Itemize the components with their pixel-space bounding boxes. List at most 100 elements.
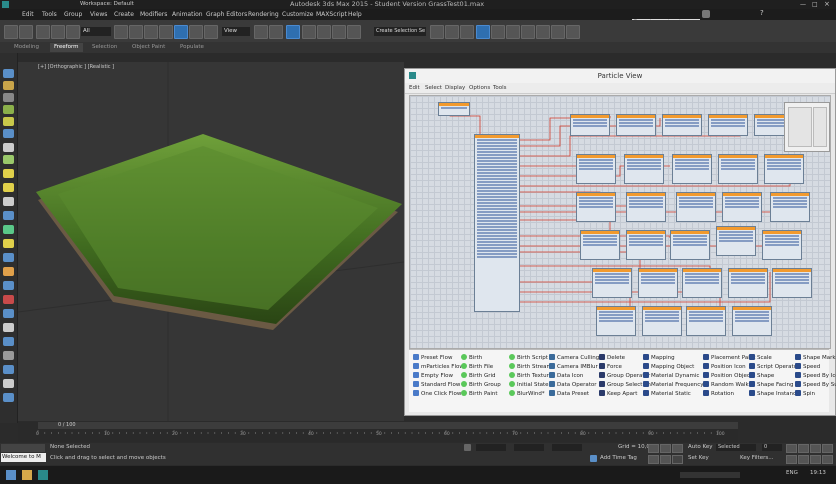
tool-icon-7[interactable] (3, 143, 14, 152)
material-editor-icon[interactable] (521, 25, 535, 39)
z-field[interactable] (552, 444, 582, 451)
depot-item[interactable]: Initial State (509, 381, 549, 389)
align-icon[interactable] (445, 25, 459, 39)
depot-item[interactable]: Keep Apart (599, 390, 637, 398)
go-to-start-icon[interactable] (648, 444, 659, 453)
depot-item[interactable]: Preset Flow (413, 354, 452, 362)
depot-item[interactable]: Birth Script (509, 354, 548, 362)
event-node[interactable] (576, 192, 616, 222)
event-node[interactable] (662, 114, 702, 136)
zoom-extents-icon[interactable] (810, 444, 821, 453)
depot-item[interactable]: Random Walk* (703, 381, 751, 389)
event-node[interactable] (708, 114, 748, 136)
tool-icon-2[interactable] (3, 81, 14, 90)
previous-frame-icon[interactable] (660, 444, 671, 453)
menu-maxscript[interactable]: MAXScript (316, 9, 347, 20)
binoculars-icon[interactable] (702, 10, 710, 18)
depot-item[interactable]: Speed By Icon (795, 372, 836, 380)
depot-item[interactable]: Empty Flow (413, 372, 453, 380)
time-slider[interactable]: 0 / 100 (38, 422, 738, 429)
tool-icon-6[interactable] (3, 129, 14, 138)
reference-coord-dropdown[interactable]: View (222, 27, 250, 36)
schematic-view-icon[interactable] (506, 25, 520, 39)
depot-item[interactable]: Shape Instance (749, 390, 799, 398)
tool-icon-4[interactable] (3, 105, 14, 114)
depot-item[interactable]: Spin (795, 390, 815, 398)
depot-item[interactable]: Material Frequency (643, 381, 704, 389)
tool-icon-12[interactable] (3, 211, 14, 220)
go-to-end-icon[interactable] (660, 455, 671, 464)
unlink-icon[interactable] (51, 25, 65, 39)
depot-item[interactable]: Shape Mark (795, 354, 836, 362)
x-field[interactable] (476, 444, 506, 451)
depot-item[interactable]: Camera IMBlur (549, 363, 598, 371)
zoom-extents-all-icon[interactable] (822, 444, 833, 453)
event-node[interactable] (686, 306, 726, 336)
depot-item[interactable]: Data Operator (549, 381, 597, 389)
menu-rendering[interactable]: Rendering (248, 9, 279, 20)
taskbar-app-icon-3[interactable] (38, 470, 48, 480)
help-icon[interactable]: ? (760, 9, 764, 17)
depot-item[interactable]: Birth Stream (509, 363, 552, 371)
event-node[interactable] (580, 230, 620, 260)
add-time-tag[interactable]: Add Time Tag (600, 454, 637, 462)
depot-item[interactable]: Standard Flow (413, 381, 460, 389)
next-frame-icon[interactable] (648, 455, 659, 464)
event-node[interactable] (642, 306, 682, 336)
menu-animation[interactable]: Animation (172, 9, 203, 20)
tool-icon-15[interactable] (3, 253, 14, 262)
event-node[interactable] (716, 226, 756, 256)
depot-item[interactable]: Position Object (703, 372, 752, 380)
window-crossing-icon[interactable] (159, 25, 173, 39)
named-selection-dropdown[interactable]: Create Selection Se (374, 27, 426, 36)
tool-icon-25[interactable] (3, 393, 14, 402)
tool-icon-23[interactable] (3, 365, 14, 374)
pv-menu-tools[interactable]: Tools (493, 83, 507, 93)
pv-menu-display[interactable]: Display (445, 83, 465, 93)
render-production-icon[interactable] (566, 25, 580, 39)
depot-item[interactable]: Force (599, 363, 622, 371)
render-setup-icon[interactable] (536, 25, 550, 39)
layer-manager-icon[interactable] (460, 25, 474, 39)
graphite-toggle-icon[interactable] (476, 25, 490, 39)
lock-icon[interactable] (464, 444, 471, 451)
tool-icon-8[interactable] (3, 155, 14, 164)
event-node[interactable] (672, 154, 712, 184)
event-node[interactable] (770, 192, 810, 222)
event-node[interactable] (592, 268, 632, 298)
region-select-icon[interactable] (144, 25, 158, 39)
tab-selection[interactable]: Selection (92, 43, 117, 52)
tool-icon-13[interactable] (3, 225, 14, 234)
undo-icon[interactable] (4, 25, 18, 39)
depot-item[interactable]: Position Icon (703, 363, 746, 371)
close-icon[interactable]: × (824, 0, 830, 8)
minimize-icon[interactable]: — (800, 1, 806, 8)
orbit-icon[interactable] (810, 455, 821, 464)
select-scale-icon[interactable] (204, 25, 218, 39)
selection-filter-dropdown[interactable]: All (81, 27, 111, 36)
select-manipulate-icon[interactable] (269, 25, 283, 39)
event-node[interactable] (728, 268, 768, 298)
tab-populate[interactable]: Populate (180, 43, 204, 52)
tool-icon-24[interactable] (3, 379, 14, 388)
depot-item[interactable]: Mapping (643, 354, 675, 362)
tool-icon-11[interactable] (3, 197, 14, 206)
depot-item[interactable]: Speed (795, 363, 820, 371)
field-of-view-icon[interactable] (786, 455, 797, 464)
event-node-root[interactable] (438, 102, 470, 116)
depot-item[interactable]: BlurWind* (509, 390, 545, 398)
pv-menu-edit[interactable]: Edit (409, 83, 420, 93)
tab-modeling[interactable]: Modeling (14, 43, 39, 52)
event-node[interactable] (624, 154, 664, 184)
taskbar-app-icon-2[interactable] (22, 470, 32, 480)
pivot-center-icon[interactable] (254, 25, 268, 39)
depot-item[interactable]: One Click Flow (413, 390, 461, 398)
curve-editor-icon[interactable] (491, 25, 505, 39)
menu-customize[interactable]: Customize (282, 9, 314, 20)
depot-item[interactable]: Shape Facing (749, 381, 794, 389)
depot-item[interactable]: Birth Texture (509, 372, 552, 380)
app-icon[interactable] (2, 1, 9, 8)
tool-icon-22[interactable] (3, 351, 14, 360)
event-node[interactable] (772, 268, 812, 298)
set-key-button[interactable]: Set Key (688, 454, 709, 462)
